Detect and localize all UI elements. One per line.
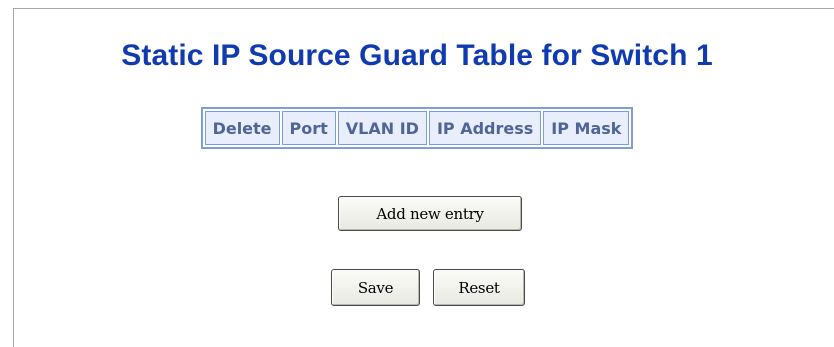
ip-source-guard-table: Delete Port VLAN ID IP Address IP Mask bbox=[200, 107, 634, 149]
column-header-ip-mask: IP Mask bbox=[543, 111, 630, 145]
page-title: Static IP Source Guard Table for Switch … bbox=[121, 39, 713, 72]
table-header-row: Delete Port VLAN ID IP Address IP Mask bbox=[204, 111, 630, 145]
column-header-delete: Delete bbox=[204, 111, 280, 145]
column-header-vlan-id: VLAN ID bbox=[337, 111, 427, 145]
column-header-ip-address: IP Address bbox=[428, 111, 542, 145]
save-button[interactable]: Save bbox=[331, 269, 420, 306]
add-new-entry-button[interactable]: Add new entry bbox=[338, 196, 522, 231]
reset-button[interactable]: Reset bbox=[433, 269, 525, 306]
ip-source-guard-table-container: Delete Port VLAN ID IP Address IP Mask bbox=[0, 107, 834, 149]
column-header-port: Port bbox=[281, 111, 336, 145]
